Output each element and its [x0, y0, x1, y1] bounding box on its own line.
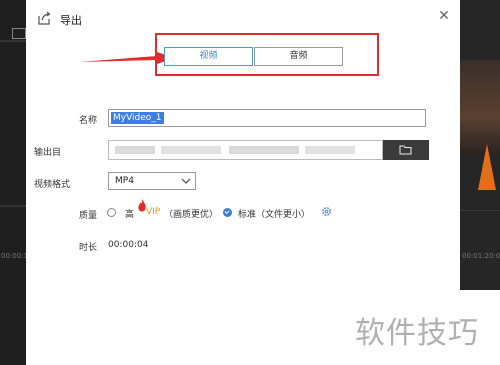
blurred-path — [161, 146, 221, 154]
name-value: MyVideo_1 — [111, 112, 164, 124]
folder-icon — [399, 145, 412, 155]
blurred-path — [305, 146, 355, 154]
dialog-title: 导出 — [60, 14, 82, 27]
divider — [0, 40, 26, 42]
timeline-timecode: 00:00:1 — [1, 252, 28, 260]
divider — [460, 210, 500, 211]
editor-preview-panel: 00:01:20:00 — [460, 0, 500, 290]
chevron-down-icon — [181, 178, 191, 184]
blurred-path — [115, 146, 155, 154]
monitor-icon — [12, 28, 26, 39]
timeline-timecode: 00:01:20:00 — [462, 252, 500, 260]
quality-label: 质量 — [79, 211, 98, 221]
dialog-title-bar: 导出 ✕ — [26, 0, 460, 37]
format-value: MP4 — [115, 176, 134, 186]
output-path-input[interactable] — [108, 140, 383, 160]
traffic-cone — [478, 144, 496, 190]
output-label: 输出目 — [34, 148, 62, 158]
name-input[interactable]: MyVideo_1 — [108, 109, 426, 127]
export-icon — [38, 11, 51, 25]
close-icon[interactable]: ✕ — [437, 9, 451, 23]
name-label: 名称 — [79, 116, 98, 126]
quality-high-note: （画质更优） — [164, 210, 219, 220]
editor-left-panel: 00:00:1 — [0, 0, 28, 365]
format-label: 视频格式 — [34, 180, 71, 190]
browse-folder-button[interactable] — [383, 140, 429, 160]
blurred-path — [229, 146, 299, 154]
quality-standard-radio[interactable] — [223, 208, 232, 217]
quality-high-radio[interactable] — [107, 208, 116, 217]
duration-value: 00:00:04 — [108, 240, 149, 250]
format-select[interactable]: MP4 — [108, 172, 196, 190]
watermark: 软件技巧 — [355, 316, 479, 351]
quality-standard-label: 标准（文件更小） — [238, 210, 311, 220]
duration-label: 时长 — [79, 243, 98, 253]
tab-audio[interactable]: 音频 — [254, 47, 343, 66]
vip-badge: VIP — [146, 207, 161, 217]
tab-video[interactable]: 视频 — [164, 47, 253, 66]
quality-high-label: 高 — [125, 210, 135, 220]
preview-image — [460, 60, 500, 190]
gear-icon[interactable] — [321, 206, 332, 217]
divider — [0, 205, 26, 207]
